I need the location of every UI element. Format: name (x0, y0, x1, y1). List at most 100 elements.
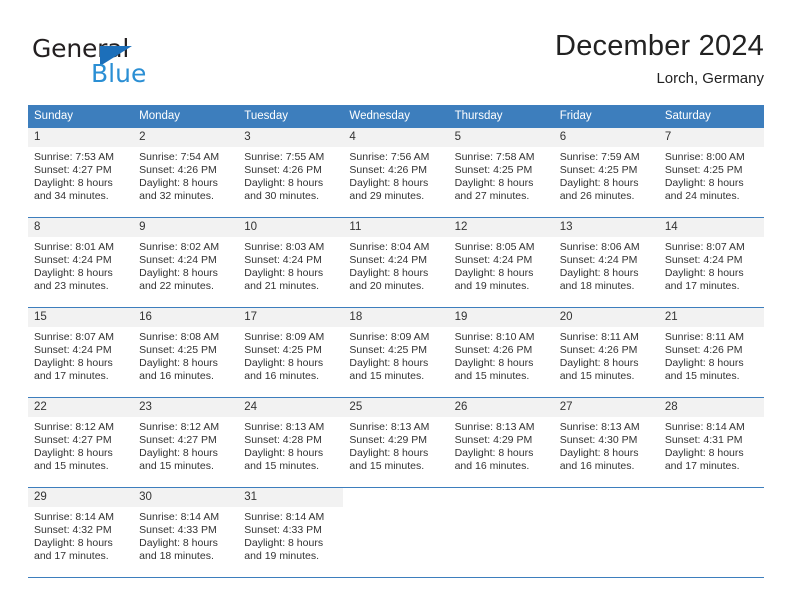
daylight-text: Daylight: 8 hours (349, 357, 429, 370)
day-details: Sunrise: 8:12 AM Sunset: 4:27 PM Daylight:… (28, 417, 133, 473)
calendar-day-cell[interactable]: 20 Sunrise: 8:11 AM Sunset: 4:26 PM Dayligh… (553, 307, 659, 398)
calendar-day-cell[interactable]: 6 Sunrise: 7:59 AM Sunset: 4:25 PM Daylight… (553, 127, 659, 218)
sunrise-text: Sunrise: 8:14 AM (664, 421, 745, 433)
calendar-day-cell[interactable]: 1 Sunrise: 7:53 AM Sunset: 4:27 PM Daylight… (28, 127, 134, 218)
day-details: Sunrise: 8:07 AM Sunset: 4:24 PM Daylight:… (659, 237, 764, 293)
calendar-day-cell[interactable]: 31 Sunrise: 8:14 AM Sunset: 4:33 PM Dayligh… (238, 487, 344, 578)
calendar-day-cell[interactable]: 21 Sunrise: 8:11 AM Sunset: 4:26 PM Dayligh… (658, 307, 764, 398)
sunrise-text: Sunrise: 8:07 AM (664, 241, 745, 253)
daylight-text: and 17 minutes. (664, 280, 740, 293)
sunset-text: Sunset: 4:26 PM (664, 344, 743, 357)
day-number: 5 (448, 128, 554, 147)
day-details: Sunrise: 8:13 AM Sunset: 4:29 PM Daylight:… (449, 417, 554, 473)
day-number: 6 (553, 128, 659, 147)
calendar-day-cell[interactable]: 5 Sunrise: 7:58 AM Sunset: 4:25 PM Daylight… (448, 127, 554, 218)
calendar-day-cell[interactable]: 19 Sunrise: 8:10 AM Sunset: 4:26 PM Dayligh… (448, 307, 554, 398)
daylight-text: Daylight: 8 hours (244, 267, 324, 280)
calendar-day-cell[interactable]: 14 Sunrise: 8:07 AM Sunset: 4:24 PM Dayligh… (658, 217, 764, 308)
calendar-body: 1 Sunrise: 7:53 AM Sunset: 4:27 PM Daylight… (28, 127, 764, 578)
sunset-text: Sunset: 4:26 PM (349, 164, 428, 177)
sunset-text: Sunset: 4:28 PM (244, 434, 322, 447)
calendar-day-cell[interactable]: 22 Sunrise: 8:12 AM Sunset: 4:27 PM Dayligh… (28, 397, 134, 488)
daylight-text: and 29 minutes. (349, 190, 425, 203)
daylight-text: and 15 minutes. (244, 460, 319, 473)
sunset-text: Sunset: 4:27 PM (34, 164, 112, 177)
daylight-text: Daylight: 8 hours (664, 447, 744, 460)
sunrise-text: Sunrise: 8:06 AM (559, 241, 640, 253)
calendar-day-cell[interactable]: 15 Sunrise: 8:07 AM Sunset: 4:24 PM Dayligh… (28, 307, 134, 398)
calendar-day-cell-empty (553, 487, 659, 578)
calendar-day-cell[interactable]: 25 Sunrise: 8:13 AM Sunset: 4:29 PM Dayligh… (343, 397, 449, 488)
day-number: 16 (133, 308, 239, 327)
day-details: Sunrise: 7:58 AM Sunset: 4:25 PM Daylight:… (449, 147, 554, 203)
calendar-day-cell[interactable]: 9 Sunrise: 8:02 AM Sunset: 4:24 PM Daylight… (133, 217, 239, 308)
weekday-header-monday: Monday (133, 105, 239, 128)
day-details: Sunrise: 8:13 AM Sunset: 4:29 PM Daylight:… (343, 417, 448, 473)
calendar-day-cell[interactable]: 24 Sunrise: 8:13 AM Sunset: 4:28 PM Dayligh… (238, 397, 344, 488)
day-number: 9 (133, 218, 239, 237)
daylight-text: Daylight: 8 hours (664, 177, 744, 190)
sunset-text: Sunset: 4:24 PM (34, 344, 112, 357)
calendar-day-cell[interactable]: 8 Sunrise: 8:01 AM Sunset: 4:24 PM Daylight… (28, 217, 134, 308)
sunrise-text: Sunrise: 7:56 AM (349, 151, 430, 163)
sunrise-text: Sunrise: 8:13 AM (244, 421, 325, 433)
day-details: Sunrise: 8:08 AM Sunset: 4:25 PM Daylight:… (133, 327, 238, 383)
day-number (448, 488, 554, 507)
daylight-text: Daylight: 8 hours (349, 267, 429, 280)
daylight-text: Daylight: 8 hours (34, 447, 113, 460)
day-number: 14 (658, 218, 764, 237)
day-number: 8 (28, 218, 134, 237)
weekday-header-thursday: Thursday (448, 105, 554, 128)
sunset-text: Sunset: 4:24 PM (244, 254, 322, 267)
sunrise-text: Sunrise: 8:14 AM (244, 511, 325, 523)
day-number: 19 (448, 308, 554, 327)
daylight-text: and 15 minutes. (349, 370, 425, 383)
sunrise-text: Sunrise: 8:14 AM (139, 511, 220, 523)
sunset-text: Sunset: 4:31 PM (664, 434, 743, 447)
daylight-text: Daylight: 8 hours (244, 537, 324, 550)
weekday-header-tuesday: Tuesday (238, 105, 344, 128)
day-details: Sunrise: 8:14 AM Sunset: 4:32 PM Daylight:… (28, 507, 133, 563)
daylight-text: and 15 minutes. (34, 460, 109, 473)
sunrise-text: Sunrise: 8:11 AM (559, 331, 639, 343)
calendar-day-cell[interactable]: 11 Sunrise: 8:04 AM Sunset: 4:24 PM Dayligh… (343, 217, 449, 308)
calendar-day-cell[interactable]: 28 Sunrise: 8:14 AM Sunset: 4:31 PM Dayligh… (658, 397, 764, 488)
calendar-day-cell[interactable]: 2 Sunrise: 7:54 AM Sunset: 4:26 PM Daylight… (133, 127, 239, 218)
calendar-day-cell[interactable]: 4 Sunrise: 7:56 AM Sunset: 4:26 PM Daylight… (343, 127, 449, 218)
daylight-text: Daylight: 8 hours (34, 267, 113, 280)
daylight-text: Daylight: 8 hours (34, 357, 113, 370)
calendar-day-cell[interactable]: 3 Sunrise: 7:55 AM Sunset: 4:26 PM Daylight… (238, 127, 344, 218)
calendar-day-cell[interactable]: 26 Sunrise: 8:13 AM Sunset: 4:29 PM Dayligh… (448, 397, 554, 488)
sunrise-text: Sunrise: 8:12 AM (139, 421, 220, 433)
daylight-text: and 26 minutes. (559, 190, 635, 203)
sunrise-text: Sunrise: 8:04 AM (349, 241, 430, 253)
day-details: Sunrise: 8:10 AM Sunset: 4:26 PM Daylight:… (449, 327, 554, 383)
sunset-text: Sunset: 4:29 PM (349, 434, 428, 447)
sunset-text: Sunset: 4:32 PM (34, 524, 112, 537)
calendar-day-cell[interactable]: 16 Sunrise: 8:08 AM Sunset: 4:25 PM Dayligh… (133, 307, 239, 398)
day-number: 27 (553, 398, 659, 417)
daylight-text: Daylight: 8 hours (139, 447, 218, 460)
day-details: Sunrise: 8:12 AM Sunset: 4:27 PM Daylight:… (133, 417, 238, 473)
daylight-text: Daylight: 8 hours (664, 357, 744, 370)
day-number: 12 (448, 218, 554, 237)
calendar-day-cell[interactable]: 12 Sunrise: 8:05 AM Sunset: 4:24 PM Dayligh… (448, 217, 554, 308)
location-subtitle: Lorch, Germany (656, 70, 764, 87)
calendar-day-cell[interactable]: 27 Sunrise: 8:13 AM Sunset: 4:30 PM Dayligh… (553, 397, 659, 488)
daylight-text: Daylight: 8 hours (244, 177, 324, 190)
sunset-text: Sunset: 4:29 PM (454, 434, 533, 447)
calendar-day-cell[interactable]: 13 Sunrise: 8:06 AM Sunset: 4:24 PM Dayligh… (553, 217, 659, 308)
day-number: 11 (343, 218, 449, 237)
calendar-day-cell[interactable]: 18 Sunrise: 8:09 AM Sunset: 4:25 PM Dayligh… (343, 307, 449, 398)
day-details: Sunrise: 8:01 AM Sunset: 4:24 PM Daylight:… (28, 237, 133, 293)
calendar-day-cell[interactable]: 7 Sunrise: 8:00 AM Sunset: 4:25 PM Daylight… (658, 127, 764, 218)
calendar-day-cell[interactable]: 29 Sunrise: 8:14 AM Sunset: 4:32 PM Dayligh… (28, 487, 134, 578)
sunset-text: Sunset: 4:27 PM (139, 434, 217, 447)
calendar-day-cell[interactable]: 17 Sunrise: 8:09 AM Sunset: 4:25 PM Dayligh… (238, 307, 344, 398)
calendar-day-cell[interactable]: 23 Sunrise: 8:12 AM Sunset: 4:27 PM Dayligh… (133, 397, 239, 488)
calendar-day-cell[interactable]: 30 Sunrise: 8:14 AM Sunset: 4:33 PM Dayligh… (133, 487, 239, 578)
daylight-text: and 34 minutes. (34, 190, 109, 203)
weekday-header-friday: Friday (553, 105, 659, 128)
daylight-text: and 23 minutes. (34, 280, 109, 293)
calendar-day-cell[interactable]: 10 Sunrise: 8:03 AM Sunset: 4:24 PM Dayligh… (238, 217, 344, 308)
